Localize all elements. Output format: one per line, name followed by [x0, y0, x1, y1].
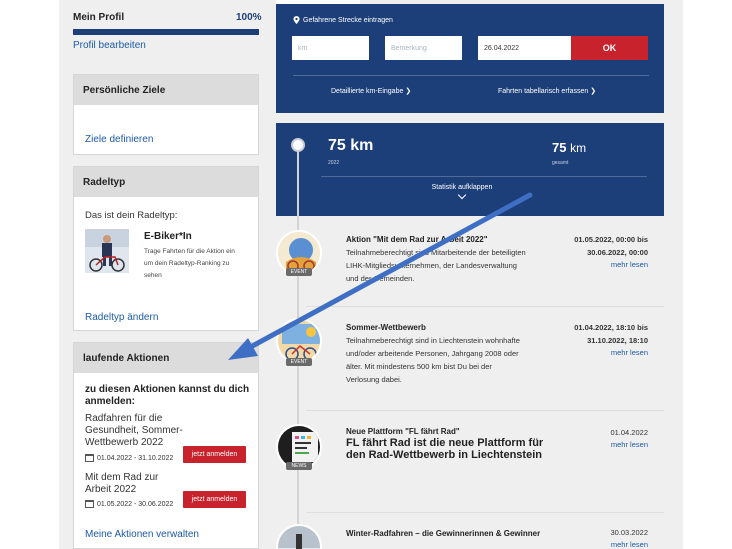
expand-stats-toggle[interactable]: Statistik aufklappen: [276, 184, 648, 200]
rider-type-description: Trage Fahrten für die Aktion ein um dein…: [144, 248, 235, 279]
register-button[interactable]: jetzt anmelden: [183, 491, 246, 508]
feed-item: NEWS Neue Plattform "FL fährt Rad" FL fä…: [276, 416, 664, 508]
feed-text: Teilnahmeberechtigt sind in Liechtenstei…: [346, 336, 520, 384]
feed-date: 01.04.2022: [610, 428, 648, 437]
feed-date-to: 30.06.2022, 00:00: [587, 248, 648, 257]
read-more-link[interactable]: mehr lesen: [611, 260, 648, 269]
feed-date-to: 31.10.2022, 18:10: [587, 336, 648, 345]
feed-text: Teilnahmeberechtigt sind Mitarbeitende d…: [346, 248, 526, 283]
action-item-title: Mit dem Rad zur Arbeit 2022: [85, 472, 159, 495]
stats-divider: [321, 176, 647, 177]
news-badge: NEWS: [286, 462, 312, 470]
total-km-value: 75 km: [552, 140, 586, 155]
define-goals-link[interactable]: Ziele definieren: [85, 134, 153, 145]
action-item-dates: 01.05.2022 - 30.06.2022: [85, 500, 173, 508]
chevron-right-icon: ❯: [405, 88, 412, 95]
total-km-unit: km: [570, 141, 587, 155]
change-rider-type-link[interactable]: Radeltyp ändern: [85, 312, 158, 323]
ok-button[interactable]: OK: [571, 36, 648, 60]
feed-title[interactable]: Aktion "Mit dem Rad zur Arbeit 2022": [346, 235, 488, 244]
read-more-link[interactable]: mehr lesen: [611, 348, 648, 357]
km-input[interactable]: [292, 36, 369, 60]
feed-title[interactable]: Neue Plattform "FL fährt Rad": [346, 427, 460, 436]
entry-panel: Gefahrene Strecke eintragen OK Detaillie…: [276, 4, 664, 113]
rider-type-image: [85, 229, 129, 273]
feed-title[interactable]: Sommer-Wettbewerb: [346, 323, 426, 332]
chevron-right-icon: ❯: [590, 88, 597, 95]
profile-progress-bar: [73, 29, 259, 35]
total-km-number: 75: [552, 140, 567, 155]
register-button[interactable]: jetzt anmelden: [183, 446, 246, 463]
action-item-dates: 01.04.2022 - 31.10.2022: [85, 454, 173, 462]
table-entry-link[interactable]: Fahrten tabellarisch erfassen ❯: [498, 87, 596, 95]
feed-date-from: 01.05.2022, 00:00 bis: [574, 235, 648, 244]
note-input[interactable]: [385, 36, 462, 60]
calendar-icon: [85, 454, 94, 462]
goals-card-title: Persönliche Ziele: [74, 75, 258, 105]
stats-panel: 75 km 2022 75 km gesamt Statistik aufkla…: [276, 123, 664, 216]
running-actions-card-title: laufende Aktionen: [74, 343, 258, 373]
feed-headline[interactable]: FL fährt Rad ist die neue Plattform für …: [346, 437, 546, 461]
chevron-down-icon: [457, 190, 467, 200]
feed-item: Winter-Radfahren – die Gewinnerinnen & G…: [276, 516, 664, 549]
action-item-date-text: 01.04.2022 - 31.10.2022: [97, 454, 174, 462]
goals-card: Persönliche Ziele Ziele definieren: [73, 74, 259, 155]
manage-actions-link[interactable]: Meine Aktionen verwalten: [85, 529, 199, 540]
profile-percent: 100%: [236, 12, 262, 23]
entry-label: Gefahrene Strecke eintragen: [293, 16, 393, 24]
rider-type-card: Radeltyp Das ist dein Radeltyp: E-Biker*…: [73, 166, 259, 331]
rider-type-card-title: Radeltyp: [74, 167, 258, 197]
profile-progress-fill: [73, 29, 259, 35]
rider-type-intro: Das ist dein Radeltyp:: [85, 210, 178, 221]
profile-title: Mein Profil: [73, 12, 125, 23]
read-more-link[interactable]: mehr lesen: [611, 440, 648, 449]
total-label: gesamt: [552, 160, 569, 166]
running-actions-intro: zu diesen Aktionen kannst du dich anmeld…: [85, 384, 250, 407]
feed-title[interactable]: Winter-Radfahren – die Gewinnerinnen & G…: [346, 528, 546, 540]
calendar-icon: [85, 500, 94, 508]
profile-edit-link[interactable]: Profil bearbeiten: [73, 40, 146, 51]
entry-label-text: Gefahrene Strecke eintragen: [303, 16, 393, 24]
feed-item: EVENT Aktion "Mit dem Rad zur Arbeit 202…: [276, 222, 664, 306]
event-badge: EVENT: [286, 358, 312, 366]
feed-divider: [306, 306, 664, 307]
action-item-title: Radfahren für die Gesundheit, Sommer-Wet…: [85, 413, 183, 448]
feed-date: 30.03.2022: [610, 528, 648, 537]
read-more-link[interactable]: mehr lesen: [611, 540, 648, 549]
feed-item: EVENT Sommer-Wettbewerb Teilnahmeberecht…: [276, 310, 664, 406]
feed-date: 01.05.2022, 00:00 bis 30.06.2022, 00:00: [574, 233, 648, 259]
action-item-date-text: 01.05.2022 - 30.06.2022: [97, 500, 174, 508]
news-thumbnail[interactable]: [276, 524, 322, 549]
date-input[interactable]: [478, 36, 571, 60]
feed-divider: [306, 410, 664, 411]
rider-type-name: E-Biker*In: [144, 231, 192, 242]
feed-date: 01.04.2022, 18:10 bis 31.10.2022, 18:10: [574, 321, 648, 347]
event-badge: EVENT: [286, 268, 312, 276]
entry-divider: [293, 75, 649, 76]
location-pin-icon: [293, 16, 300, 24]
table-entry-link-label: Fahrten tabellarisch erfassen: [498, 88, 589, 95]
detailed-entry-link-label: Detaillierte km-Eingabe: [331, 88, 404, 95]
feed-date-from: 01.04.2022, 18:10 bis: [574, 323, 648, 332]
running-actions-card: laufende Aktionen zu diesen Aktionen kan…: [73, 342, 259, 549]
detailed-entry-link[interactable]: Detaillierte km-Eingabe ❯: [331, 87, 411, 95]
timeline-start-dot: [291, 138, 305, 152]
year-label: 2022: [328, 160, 340, 166]
year-km-value: 75 km: [328, 137, 374, 154]
feed-divider: [306, 512, 664, 513]
